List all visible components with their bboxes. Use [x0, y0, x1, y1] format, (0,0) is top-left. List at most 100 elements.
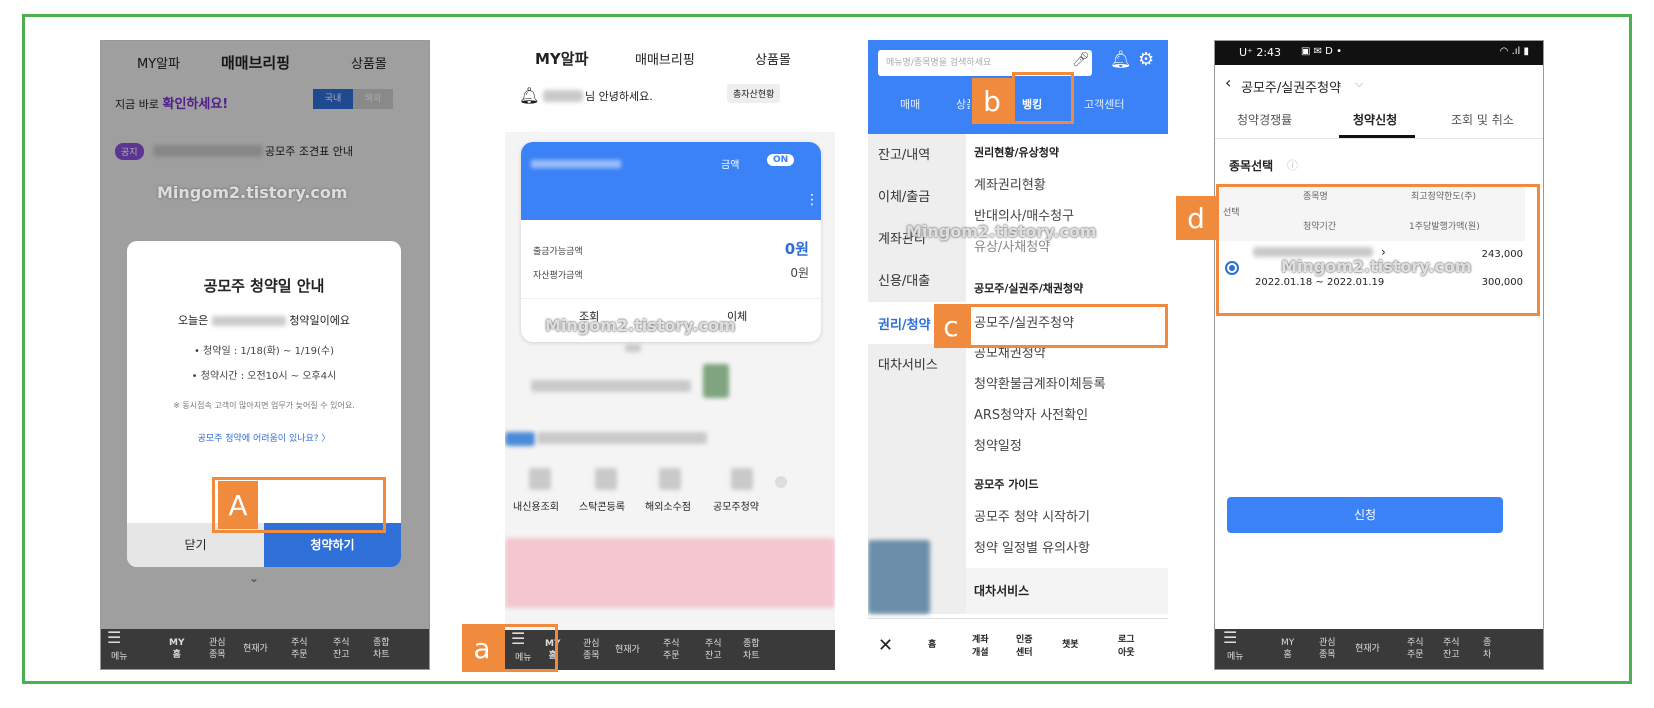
nav-price[interactable]: 현재가 [1355, 643, 1380, 655]
watermark: Mingom2.tistory.com [157, 183, 348, 202]
status-battery-icon: ◠ .ıl ▮ [1499, 46, 1529, 57]
section-title: 종목선택 [1229, 159, 1274, 173]
menu-icon[interactable]: ☰ [107, 630, 121, 646]
section-guide: 공모주 가이드 [974, 478, 1039, 491]
menu-transfer[interactable]: 이체/출금 [878, 186, 930, 205]
panel-subscription: U⁺ 2:43 ▣ ✉ D • ◠ .ıl ▮ ‹ 공모주/실권주청약 ⌵ 청약… [1214, 40, 1544, 670]
page-title[interactable]: 공모주/실권주청약 [1241, 77, 1341, 96]
shortcut-stockcon[interactable]: 스탁콘등록 [571, 498, 633, 513]
watermark: Mingom2.tistory.com [545, 316, 736, 335]
menu-icon[interactable]: ☰ [1223, 630, 1237, 646]
label-b: b [972, 78, 1012, 124]
menu-balance[interactable]: 잔고/내역 [878, 144, 930, 163]
tab-briefing[interactable]: 매매브리핑 [635, 49, 695, 68]
nav-chart[interactable]: 종합 차트 [373, 637, 390, 661]
apply-button[interactable]: 신청 [1227, 497, 1503, 533]
withdraw-value: 0원 [784, 240, 809, 258]
nav-balance[interactable]: 주식 잔고 [1443, 637, 1460, 661]
nav-watch[interactable]: 관심 종목 [583, 638, 600, 662]
nav-price[interactable]: 현재가 [243, 643, 268, 655]
bottom-nav: ☰ 메뉴 MY 홈 관심 종목 현재가 주식 주문 주식 잔고 종합 차트 [101, 629, 429, 669]
panel-popup: MY알파 매매브리핑 상품몰 지금 바로 확인하세요! 국내 해외 공지 공모주… [100, 40, 430, 670]
nav-chart[interactable]: 종합 차트 [743, 638, 760, 662]
menu-credit[interactable]: 신용/대출 [878, 270, 930, 289]
nav-watch[interactable]: 관심 종목 [209, 637, 226, 661]
tab-apply[interactable]: 청약신청 [1353, 111, 1397, 128]
nav-my-home[interactable]: MY 홈 [1281, 637, 1294, 661]
bell-icon[interactable]: 🔔︎ [1110, 50, 1132, 70]
bottom-logout[interactable]: 로그 아웃 [1118, 632, 1135, 658]
item-refund-account[interactable]: 청약환불금계좌이체등록 [974, 373, 1106, 392]
tab-competition[interactable]: 청약경쟁률 [1237, 111, 1292, 128]
chevron-down-icon[interactable]: ⌵ [1355, 77, 1363, 91]
mic-icon[interactable]: 🎤︎ [1072, 52, 1090, 68]
label-a: a [462, 624, 502, 672]
tab-my-alpha[interactable]: MY알파 [535, 48, 588, 69]
nav-order[interactable]: 주식 주문 [291, 637, 308, 661]
modal-date: • 청약일 : 1/18(화) ~ 1/19(수) [193, 346, 335, 357]
panel-menu: 메뉴명/종목명을 검색하세요 🎤︎ 🔔︎ ⚙ 매매 상품 뱅킹 고객센터 잔고/… [868, 40, 1168, 670]
menu-lending[interactable]: 대차서비스 [878, 354, 938, 373]
tab-products[interactable]: 상품 [956, 96, 970, 112]
item-ars[interactable]: ARS청약자 사전확인 [974, 404, 1088, 423]
modal-warning: ※ 동시접속 고객이 많아지면 업무가 늦어질 수 있어요. [173, 401, 355, 410]
greeting-text: 님 안녕하세요. [585, 90, 653, 103]
shortcut-credit[interactable]: 내신용조회 [505, 498, 567, 513]
section-lending: 대차서비스 [974, 584, 1030, 598]
item-rights-status[interactable]: 계좌권리현황 [974, 174, 1046, 193]
highlight-box-d [1216, 184, 1540, 316]
modal-time: • 청약시간 : 오전10시 ~ 오후4시 [191, 371, 337, 382]
label-c: c [934, 304, 968, 348]
back-icon[interactable]: ‹ [1225, 73, 1231, 92]
bell-icon[interactable]: 🔔︎ [519, 86, 539, 105]
bottom-chatbot[interactable]: 챗봇 [1062, 637, 1079, 650]
amount-toggle[interactable]: ON [767, 154, 795, 166]
total-assets-button[interactable]: 총자산현황 [727, 84, 781, 103]
label-A: A [218, 481, 258, 529]
asset-value: 0원 [790, 266, 809, 280]
tab-inquiry[interactable]: 조회 및 취소 [1451, 111, 1514, 128]
help-link[interactable]: 공모주 청약에 어려움이 있나요? 〉 [127, 431, 401, 444]
highlight-box-b [1012, 72, 1074, 124]
asset-label: 자산평가금액 [533, 271, 583, 281]
close-icon[interactable]: ✕ [878, 635, 893, 656]
bottom-nav: ☰ 메뉴 MY 홈 관심 종목 현재가 주식 주문 주식 잔고 종차 [1215, 629, 1543, 669]
bottom-open-account[interactable]: 계좌 개설 [972, 632, 989, 658]
shortcut-ipo[interactable]: 공모주청약 [703, 498, 769, 513]
tab-support[interactable]: 고객센터 [1084, 96, 1124, 112]
info-icon[interactable]: ⓘ [1287, 157, 1298, 173]
status-time: U⁺ 2:43 [1239, 46, 1282, 59]
nav-menu[interactable]: 메뉴 [111, 651, 128, 663]
bottom-home[interactable]: 홈 [928, 637, 936, 650]
nav-menu[interactable]: 메뉴 [1227, 651, 1244, 663]
nav-balance[interactable]: 주식 잔고 [705, 638, 722, 662]
nav-chart[interactable]: 종차 [1483, 637, 1491, 661]
nav-my-home[interactable]: MY 홈 [169, 637, 184, 661]
gear-icon[interactable]: ⚙ [1138, 49, 1154, 70]
bottom-cert[interactable]: 인증 센터 [1016, 632, 1033, 658]
amount-toggle-label: 금액 [721, 160, 740, 171]
nav-watch[interactable]: 관심 종목 [1319, 637, 1336, 661]
menu-rights[interactable]: 권리/청약 [878, 314, 931, 333]
item-schedule[interactable]: 청약일정 [974, 435, 1022, 454]
nav-price[interactable]: 현재가 [615, 644, 640, 656]
withdraw-label: 출금가능금액 [533, 247, 583, 257]
section-rights: 권리현황/유상청약 [974, 146, 1059, 159]
modal-title: 공모주 청약일 안내 [203, 277, 325, 295]
tab-shop[interactable]: 상품몰 [755, 49, 791, 68]
item-guide-start[interactable]: 공모주 청약 시작하기 [974, 506, 1090, 525]
highlight-box-c [968, 304, 1168, 348]
more-icon[interactable]: ⋮ [805, 192, 819, 208]
highlight-box-a [502, 624, 558, 672]
section-ipo: 공모주/실권주/채권청약 [974, 282, 1084, 295]
nav-order[interactable]: 주식 주문 [1407, 637, 1424, 661]
nav-balance[interactable]: 주식 잔고 [333, 637, 350, 661]
nav-order[interactable]: 주식 주문 [663, 638, 680, 662]
shortcut-fractional[interactable]: 해외소수점 [637, 498, 699, 513]
account-card: 금액 ON ⋮ 출금가능금액 0원 자산평가금액 0원 조회 이체 [521, 142, 821, 342]
panel-home: MY알파 매매브리핑 상품몰 🔔︎ 님 안녕하세요. 총자산현황 금액 ON ⋮… [505, 40, 835, 670]
tab-trade[interactable]: 매매 [900, 96, 920, 112]
item-guide-notes[interactable]: 청약 일정별 유의사항 [974, 537, 1090, 556]
modal-today: 오늘은 청약일이에요 [177, 314, 351, 327]
chevron-right-icon[interactable] [775, 476, 787, 488]
